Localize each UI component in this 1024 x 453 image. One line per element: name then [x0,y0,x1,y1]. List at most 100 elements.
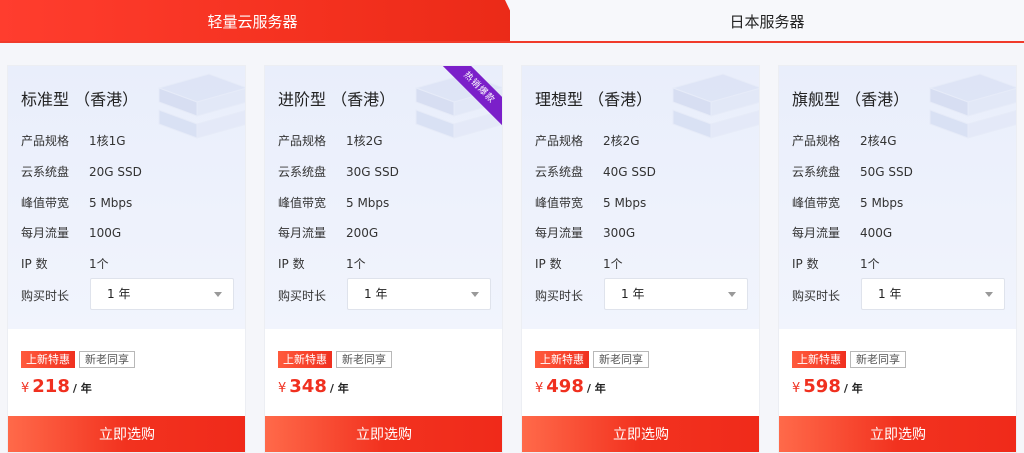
spec-row-bandwidth: 峰值带宽 5 Mbps [535,194,646,211]
spec-label: 产品规格 [21,134,70,148]
spec-value: 5 Mbps [603,196,647,210]
price-unit: / 年 [586,382,606,395]
spec-value: 5 Mbps [860,196,904,210]
spec-row-disk: 云系统盘 50G SSD [792,163,913,180]
buy-now-button[interactable]: 立即选购 [8,416,245,452]
spec-value: 5 Mbps [89,196,133,210]
spec-value: 50G SSD [860,165,913,179]
spec-label: 峰值带宽 [278,196,327,210]
tab-label: 日本服务器 [729,12,805,31]
spec-label: 产品规格 [535,134,584,148]
buy-now-button[interactable]: 立即选购 [779,416,1016,452]
badges: 上新特惠 新老同享 [278,351,392,368]
spec-value: 1个 [603,257,623,271]
tab-underline [0,41,1024,43]
spec-label: IP 数 [535,257,562,271]
duration-label: 购买时长 [792,289,841,303]
card-title: 旗舰型 （香港） [792,90,910,109]
spec-row-spec: 产品规格 2核2G [535,132,640,149]
price-unit: / 年 [843,382,863,395]
spec-value: 400G [860,226,893,240]
spec-value: 2核2G [603,134,640,148]
price-unit: / 年 [72,382,92,395]
promo-badge: 上新特惠 [21,351,75,368]
tab-lightweight-cloud-server[interactable]: 轻量云服务器 [0,0,525,42]
share-badge: 新老同享 [593,351,649,368]
price-value: 498 [546,376,584,397]
promo-badge: 上新特惠 [792,351,846,368]
product-card-standard: 标准型 （香港） 产品规格 1核1G 云系统盘 20G SSD 峰值带宽 5 Mbps… [7,65,246,453]
spec-row-traffic: 每月流量 100G [21,224,121,241]
spec-row-spec: 产品规格 1核2G [278,132,383,149]
product-card-ideal: 理想型 （香港） 产品规格 2核2G 云系统盘 40G SSD 峰值带宽 5 Mbps… [521,65,760,453]
badges: 上新特惠 新老同享 [21,351,135,368]
server-illustration-icon [928,73,1016,139]
price-value: 598 [803,376,841,397]
duration-select[interactable]: 1 年 [90,278,234,310]
duration-select[interactable]: 1 年 [604,278,748,310]
spec-row-ip: IP 数 1个 [278,255,366,272]
spec-row-ip: IP 数 1个 [792,255,880,272]
price-value: 348 [289,376,327,397]
badges: 上新特惠 新老同享 [792,351,906,368]
spec-label: 每月流量 [278,226,327,240]
spec-value: 40G SSD [603,165,656,179]
chevron-down-icon [985,292,993,297]
duration-label: 购买时长 [21,289,70,303]
price-value: 218 [32,376,70,397]
card-spec-panel: 理想型 （香港） 产品规格 2核2G 云系统盘 40G SSD 峰值带宽 5 Mbps… [522,66,759,329]
spec-row-ip: IP 数 1个 [21,255,109,272]
duration-select[interactable]: 1 年 [861,278,1005,310]
spec-label: 峰值带宽 [792,196,841,210]
spec-value: 1核2G [346,134,383,148]
chevron-down-icon [471,292,479,297]
spec-value: 1核1G [89,134,126,148]
spec-value: 5 Mbps [346,196,390,210]
spec-row-bandwidth: 峰值带宽 5 Mbps [278,194,389,211]
duration-value: 1 年 [107,287,131,301]
spec-label: IP 数 [792,257,819,271]
server-tabs: 轻量云服务器 日本服务器 [0,0,1024,44]
spec-label: 每月流量 [535,226,584,240]
share-badge: 新老同享 [850,351,906,368]
spec-label: 产品规格 [792,134,841,148]
server-illustration-icon [157,73,245,139]
spec-row-disk: 云系统盘 30G SSD [278,163,399,180]
spec-label: 产品规格 [278,134,327,148]
spec-label: 云系统盘 [21,165,70,179]
spec-row-bandwidth: 峰值带宽 5 Mbps [21,194,132,211]
duration-label: 购买时长 [278,289,327,303]
price: ¥ 498 / 年 [535,376,606,397]
chevron-down-icon [728,292,736,297]
duration-value: 1 年 [364,287,388,301]
spec-value: 1个 [346,257,366,271]
promo-badge: 上新特惠 [278,351,332,368]
card-title: 标准型 （香港） [21,90,139,109]
spec-row-bandwidth: 峰值带宽 5 Mbps [792,194,903,211]
duration-select[interactable]: 1 年 [347,278,491,310]
price: ¥ 218 / 年 [21,376,92,397]
badges: 上新特惠 新老同享 [535,351,649,368]
tab-japan-server[interactable]: 日本服务器 [510,0,1024,42]
server-illustration-icon [671,73,759,139]
buy-now-button[interactable]: 立即选购 [522,416,759,452]
duration-value: 1 年 [621,287,645,301]
spec-label: 每月流量 [21,226,70,240]
spec-row-spec: 产品规格 2核4G [792,132,897,149]
spec-label: 峰值带宽 [535,196,584,210]
price-currency: ¥ [21,381,30,396]
spec-row-spec: 产品规格 1核1G [21,132,126,149]
share-badge: 新老同享 [79,351,135,368]
price: ¥ 348 / 年 [278,376,349,397]
spec-value: 1个 [860,257,880,271]
spec-value: 2核4G [860,134,897,148]
spec-row-traffic: 每月流量 300G [535,224,635,241]
duration-value: 1 年 [878,287,902,301]
tab-label: 轻量云服务器 [207,12,298,31]
spec-value: 200G [346,226,379,240]
buy-now-button[interactable]: 立即选购 [265,416,502,452]
price: ¥ 598 / 年 [792,376,863,397]
card-spec-panel: 热销爆款 进阶型 （香港） 产品规格 1核2G 云系统盘 30G SSD 峰值带宽 5… [265,66,502,329]
spec-value: 20G SSD [89,165,142,179]
share-badge: 新老同享 [336,351,392,368]
